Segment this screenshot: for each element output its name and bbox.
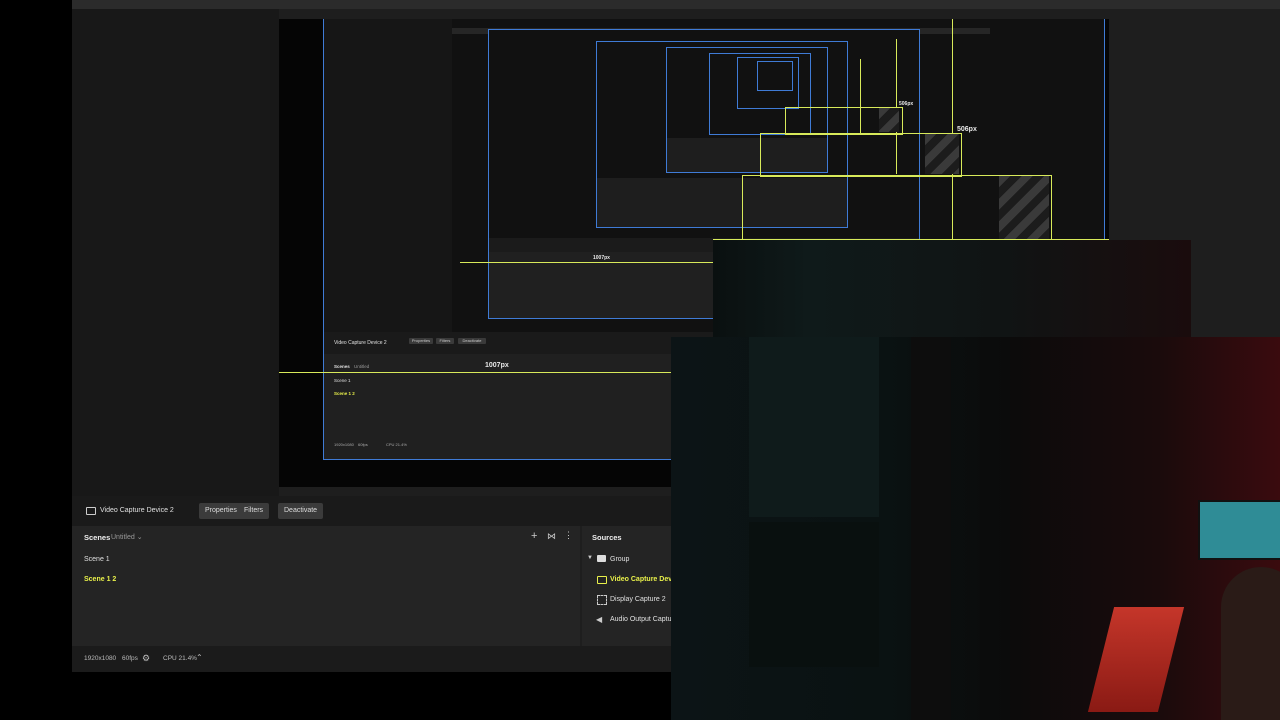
sources-header: Sources [592,533,622,542]
nested-collection: Untitled [354,364,370,369]
fps-readout: 60fps [122,655,138,662]
camera-icon [597,576,607,584]
gear-icon[interactable]: ⚙ [142,653,150,664]
door-frame [911,337,951,720]
cpu-readout: CPU 21.4% [163,655,197,662]
window-light [749,337,879,517]
scenes-panel: Scenes Untitled ⌄ + ⋈ ⋮ Scene 1 Scene 1 … [72,526,580,646]
sources-panel: Sources ▼ Group Video Capture Dev Displa… [582,526,680,646]
source-name: Video Capture Device 2 [100,507,174,514]
transition-icon[interactable]: ⋈ [547,531,556,542]
outdoor-window [749,522,879,667]
resolution-readout: 1920x1080 [84,655,117,662]
measurement-label-4: 506px [899,101,914,107]
properties-button[interactable]: Properties [199,503,243,519]
nested-properties-button: Properties [409,338,433,344]
nested-scenes-header: Scenes [334,364,350,369]
nested-scene-2: Scene 1 2 [334,391,355,396]
nested-cpu: CPU 21.4% [386,442,407,447]
measurement-label-2: 1007px [593,255,610,261]
deactivate-button[interactable]: Deactivate [278,503,324,519]
speaker-icon: ◀ [596,615,603,624]
scene-item-2[interactable]: Scene 1 2 [84,576,116,583]
measurement-label-3: 506px [957,126,977,133]
title-bar [72,0,1280,9]
expand-arrow-icon[interactable]: ▼ [587,555,593,561]
more-options-icon[interactable]: ⋮ [564,530,573,541]
camera-feed-preview [713,240,1191,337]
chevron-down-icon: ⌄ [136,534,143,541]
source-toolbar: Video Capture Device 2 Properties Filter… [72,496,672,526]
nested-filters-button: Filters [436,338,454,344]
monitor-screen [1198,500,1280,560]
nested-source-name: Video Capture Device 2 [334,340,387,346]
scenes-header: Scenes [84,533,111,542]
chevron-up-icon[interactable]: ⌃ [196,653,203,662]
measurement-label-1: 1007px [485,362,509,369]
collection-label: Untitled [111,534,135,541]
webcam-feed [671,337,1280,720]
nested-fps: 60fps [358,442,368,447]
nested-resolution: 1920x1080 [334,442,354,447]
scene-item-1[interactable]: Scene 1 [84,556,110,563]
crop-stripe-2 [999,176,1049,239]
scene-collection-dropdown[interactable]: Untitled ⌄ [111,533,143,541]
source-item-display-capture[interactable]: Display Capture 2 [610,596,666,603]
add-scene-icon[interactable]: + [531,530,537,542]
status-bar: 1920x1080 60fps ⚙ CPU 21.4% ⌃ [72,646,672,672]
nested-scene-1: Scene 1 [334,378,351,383]
preview-left-margin [72,9,279,496]
camera-icon [86,507,96,515]
person [1221,567,1280,720]
display-capture-icon [597,595,607,605]
nested-preview-frame-7 [757,61,793,91]
crop-stripe-4 [879,108,899,132]
nested-deactivate-button: Deactivate [458,338,486,344]
source-item-audio-output[interactable]: Audio Output Captu [610,616,672,623]
crop-stripe-3 [925,134,959,174]
source-item-video-capture[interactable]: Video Capture Dev [610,576,672,583]
source-item-group[interactable]: Group [610,556,629,563]
red-glow-case [1087,607,1185,712]
folder-icon [597,555,606,562]
filters-button[interactable]: Filters [238,503,270,519]
